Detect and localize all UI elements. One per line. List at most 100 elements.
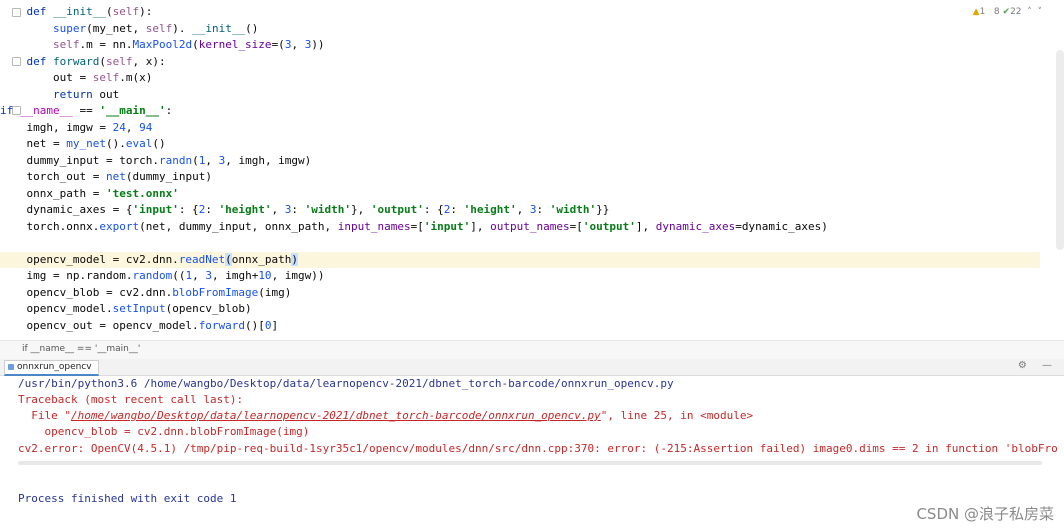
run-tool-window-header: onnxrun_opencv ⚙ — bbox=[0, 359, 1064, 376]
previous-issue-icon[interactable]: ˄ bbox=[1027, 7, 1032, 17]
code-token: 'height' bbox=[463, 203, 517, 216]
breadcrumb[interactable]: if __name__ == '__main__' bbox=[22, 344, 140, 354]
run-console[interactable]: /usr/bin/python3.6 /home/wangbo/Desktop/… bbox=[0, 376, 1064, 530]
editor-scrollbar[interactable] bbox=[1056, 50, 1064, 250]
code-token: (). bbox=[105, 137, 126, 150]
code-token: .m(x) bbox=[119, 71, 153, 84]
code-token: randn bbox=[158, 153, 193, 167]
run-tool-buttons[interactable]: ⚙ — bbox=[1018, 360, 1058, 371]
code-token: opencv_model = cv2.dnn. bbox=[0, 252, 179, 266]
code-line[interactable]: self.m = nn.MaxPool2d(kernel_size=(3, 3)… bbox=[0, 37, 1040, 54]
code-line[interactable]: opencv_model.setInput(opencv_blob) bbox=[0, 301, 1040, 318]
code-line[interactable] bbox=[0, 235, 1040, 252]
code-token: readNet bbox=[178, 252, 226, 266]
code-token: , bbox=[192, 269, 206, 282]
run-tab[interactable]: onnxrun_opencv bbox=[4, 360, 99, 376]
code-line[interactable]: if __name__ == '__main__': bbox=[0, 103, 1040, 120]
code-line[interactable]: torch.onnx.export(net, dummy_input, onnx… bbox=[0, 219, 1040, 236]
code-token: == bbox=[72, 104, 100, 117]
code-token: def bbox=[0, 5, 53, 18]
code-token: 'height' bbox=[218, 203, 272, 216]
code-token: ). bbox=[172, 21, 193, 35]
warning-icon: ▲ bbox=[972, 7, 980, 17]
code-token: 94 bbox=[139, 120, 153, 134]
code-token: opencv_out = opencv_model. bbox=[0, 318, 199, 332]
code-line[interactable]: torch_out = net(dummy_input) bbox=[0, 169, 1040, 186]
code-line[interactable]: onnx_path = 'test.onnx' bbox=[0, 186, 1040, 203]
code-token: 3 bbox=[529, 203, 537, 216]
code-token: )) bbox=[311, 38, 325, 51]
code-token: onnx_path bbox=[231, 252, 292, 266]
code-token: : bbox=[536, 203, 550, 216]
console-traceback-file: File "/home/wangbo/Desktop/data/learnope… bbox=[18, 409, 754, 422]
code-token: __init__ bbox=[52, 5, 106, 18]
code-token: ( bbox=[192, 153, 199, 167]
code-token: =( bbox=[271, 38, 285, 51]
code-token: forward bbox=[52, 54, 100, 68]
code-token: ( bbox=[225, 252, 232, 266]
code-token: kernel_size bbox=[198, 38, 272, 51]
code-token: blobFromImage bbox=[172, 285, 259, 299]
console-horizontal-scrollbar[interactable] bbox=[18, 461, 1042, 465]
next-issue-icon[interactable]: ˅ bbox=[1038, 7, 1043, 17]
code-line[interactable]: imgh, imgw = 24, 94 bbox=[0, 120, 1040, 137]
traceback-file-link[interactable]: /home/wangbo/Desktop/data/learnopencv-20… bbox=[71, 409, 601, 422]
code-token: 'test.onnx' bbox=[105, 186, 179, 200]
code-line[interactable]: return out bbox=[0, 87, 1040, 104]
code-token: , bbox=[271, 203, 285, 216]
weak-warning-count: 8 bbox=[993, 7, 1000, 17]
code-line[interactable]: opencv_out = opencv_model.forward()[0] bbox=[0, 318, 1040, 335]
code-token: 'output' bbox=[582, 219, 636, 233]
run-tab-label: onnxrun_opencv bbox=[17, 362, 92, 372]
code-line[interactable]: img = np.random.random((1, 3, imgh+10, i… bbox=[0, 268, 1040, 285]
code-line[interactable]: dummy_input = torch.randn(1, 3, imgh, im… bbox=[0, 153, 1040, 170]
code-line[interactable]: dynamic_axes = {'input': {2: 'height', 3… bbox=[0, 202, 1040, 219]
code-token: () bbox=[245, 21, 259, 35]
code-token: , bbox=[205, 153, 219, 167]
code-token: (( bbox=[172, 269, 186, 282]
code-token: dummy_input = torch. bbox=[0, 153, 159, 167]
code-token: torch_out = bbox=[0, 170, 106, 183]
code-line[interactable]: def __init__(self): bbox=[0, 4, 1040, 21]
code-token: ( bbox=[192, 38, 199, 51]
python-run-icon bbox=[8, 364, 14, 370]
code-token: imgh, imgw = bbox=[0, 120, 113, 134]
code-token: eval bbox=[125, 137, 153, 150]
code-token: 'width' bbox=[304, 203, 352, 216]
code-line[interactable]: net = my_net().eval() bbox=[0, 136, 1040, 153]
code-token: __name__ bbox=[19, 104, 73, 117]
code-token: ( bbox=[105, 5, 113, 18]
code-token: random bbox=[132, 269, 173, 282]
code-token: ], bbox=[635, 219, 656, 233]
code-token: =[ bbox=[410, 219, 424, 233]
code-token: dynamic_axes bbox=[655, 219, 736, 233]
code-editor[interactable]: def __init__(self): super(my_net, self).… bbox=[0, 0, 1064, 340]
code-token: : bbox=[450, 203, 464, 216]
code-token: (dummy_input) bbox=[125, 170, 212, 183]
code-line[interactable]: def forward(self, x): bbox=[0, 54, 1040, 71]
console-command-line: /usr/bin/python3.6 /home/wangbo/Desktop/… bbox=[18, 377, 674, 390]
code-token: 'input' bbox=[423, 219, 471, 233]
code-token: input_names bbox=[337, 219, 411, 233]
inspection-widget[interactable]: ▲1 8 ✔22 ˄ ˅ bbox=[973, 7, 1042, 17]
code-line[interactable]: opencv_model = cv2.dnn.readNet(onnx_path… bbox=[0, 251, 1040, 268]
code-token: 0 bbox=[264, 318, 272, 332]
warning-count: 1 bbox=[979, 7, 986, 17]
code-token: self bbox=[112, 5, 140, 18]
console-error-message: cv2.error: OpenCV(4.5.1) /tmp/pip-req-bu… bbox=[18, 442, 1058, 455]
typo-count: 22 bbox=[1010, 7, 1022, 17]
code-lines[interactable]: def __init__(self): super(my_net, self).… bbox=[0, 4, 1040, 334]
code-token: out = bbox=[0, 71, 93, 84]
code-token: (net, dummy_input, onnx_path, bbox=[139, 219, 338, 233]
code-line[interactable]: out = self.m(x) bbox=[0, 70, 1040, 87]
watermark: CSDN @浪子私房菜 bbox=[916, 505, 1054, 523]
code-token: MaxPool2d bbox=[132, 38, 193, 51]
code-token: __init__ bbox=[192, 21, 246, 35]
code-token: : bbox=[165, 104, 173, 117]
code-line[interactable]: super(my_net, self). __init__() bbox=[0, 21, 1040, 38]
code-line[interactable]: opencv_blob = cv2.dnn.blobFromImage(img) bbox=[0, 285, 1040, 302]
code-token: self bbox=[52, 38, 80, 51]
code-token: opencv_model. bbox=[0, 302, 113, 315]
code-token: =[ bbox=[569, 219, 583, 233]
